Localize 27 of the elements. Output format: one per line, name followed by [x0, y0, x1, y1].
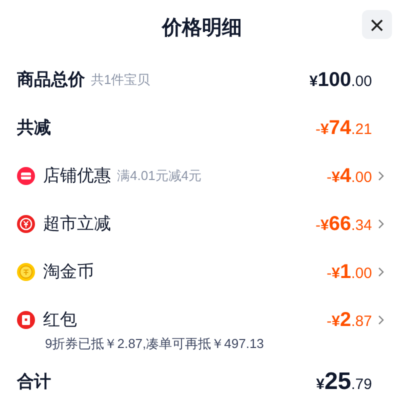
chevron-right-icon[interactable] [378, 219, 384, 229]
row-label: 店铺优惠 [43, 165, 111, 188]
price-text: -¥2.87 [326, 308, 372, 333]
row-note: 满4.01元减4元 [117, 167, 202, 186]
row-label: 红包 [43, 309, 77, 332]
yen-coupon-icon [17, 215, 35, 233]
price-text: ¥100.00 [309, 68, 372, 93]
coin-icon [17, 263, 35, 281]
price-text: -¥4.00 [326, 164, 372, 189]
price-text: -¥66.34 [316, 212, 372, 237]
close-button[interactable]: × [362, 10, 392, 39]
price-text: -¥1.00 [326, 260, 372, 285]
row-label: 商品总价 [17, 69, 85, 92]
chevron-right-icon[interactable] [378, 171, 384, 181]
row-label: 淘金币 [43, 261, 94, 284]
price-text: -¥74.21 [316, 116, 372, 141]
chevron-right-icon[interactable] [378, 267, 384, 277]
price-text: ¥25.79 [316, 366, 372, 396]
discount-detail: 9折券已抵￥2.87,凑单可再抵￥497.13 [44, 335, 265, 353]
sheet-title: 价格明细 [162, 16, 242, 41]
shop-icon [17, 167, 35, 185]
row-label: 共减 [17, 117, 51, 140]
envelope-icon [17, 311, 35, 329]
chevron-right-icon[interactable] [378, 315, 384, 325]
total-label: 合计 [17, 370, 52, 393]
row-note: 共1件宝贝 [91, 71, 150, 90]
row-label: 超市立减 [43, 213, 111, 236]
